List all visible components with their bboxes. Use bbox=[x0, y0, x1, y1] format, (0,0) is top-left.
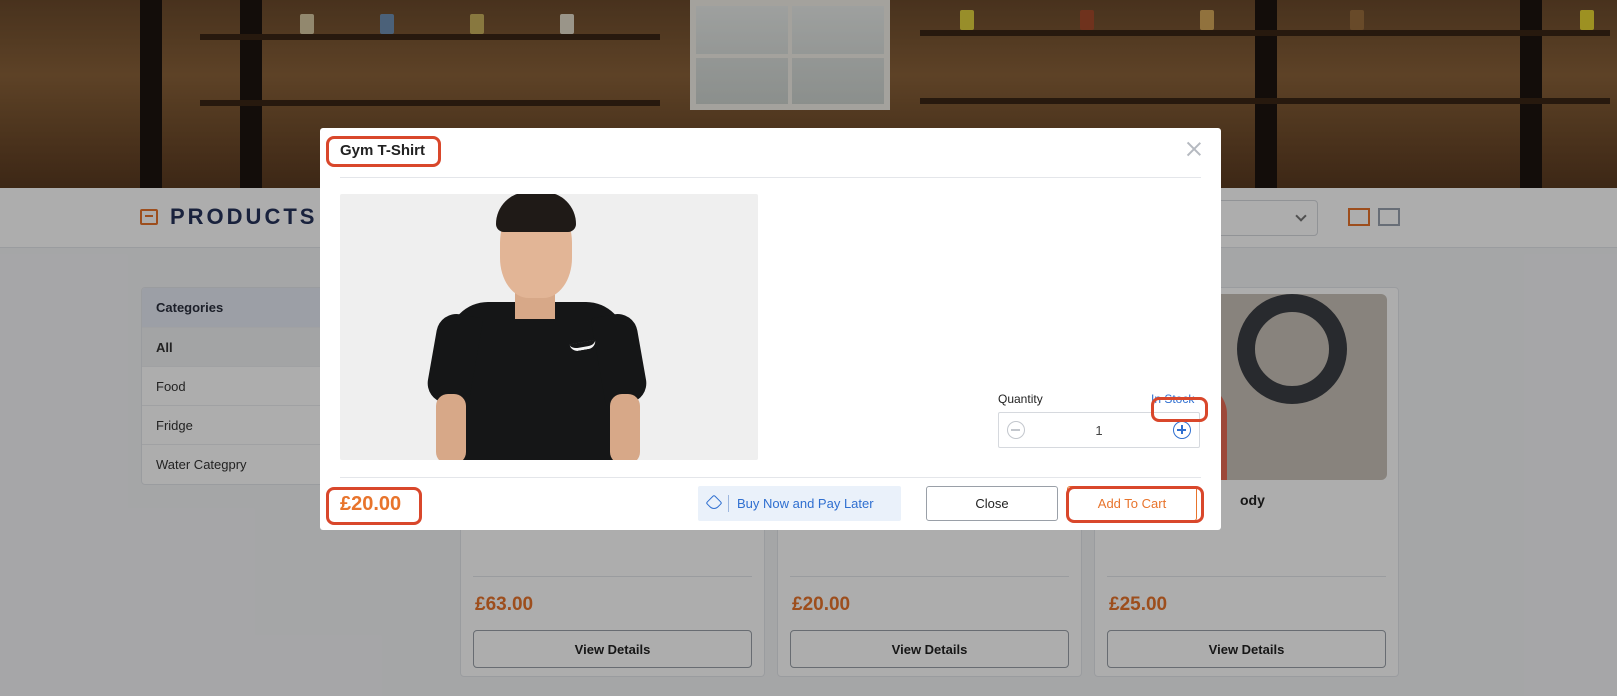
tag-icon bbox=[705, 494, 723, 512]
quantity-label: Quantity bbox=[998, 392, 1043, 406]
buy-now-pay-later-button[interactable]: Buy Now and Pay Later bbox=[698, 486, 901, 521]
plus-icon[interactable] bbox=[1173, 421, 1191, 439]
model-arm bbox=[610, 394, 640, 460]
modal-footer-divider bbox=[340, 477, 1201, 478]
model-arm bbox=[436, 394, 466, 460]
bnpl-label: Buy Now and Pay Later bbox=[737, 496, 874, 511]
add-to-cart-button[interactable]: Add To Cart bbox=[1067, 486, 1197, 521]
model-hair bbox=[496, 194, 576, 232]
quantity-stepper: 1 bbox=[998, 412, 1200, 448]
close-icon[interactable] bbox=[1185, 140, 1203, 158]
modal-title: Gym T-Shirt bbox=[340, 142, 426, 159]
bnpl-divider bbox=[728, 495, 729, 512]
product-quickview-modal: Gym T-Shirt Quantity In Stock 1 £20.00 B… bbox=[320, 128, 1221, 530]
stock-status: In Stock bbox=[1151, 392, 1195, 406]
quantity-value[interactable]: 1 bbox=[999, 423, 1199, 438]
close-button[interactable]: Close bbox=[926, 486, 1058, 521]
modal-price: £20.00 bbox=[340, 493, 402, 515]
product-photo bbox=[340, 194, 758, 460]
modal-header-divider bbox=[340, 177, 1201, 178]
